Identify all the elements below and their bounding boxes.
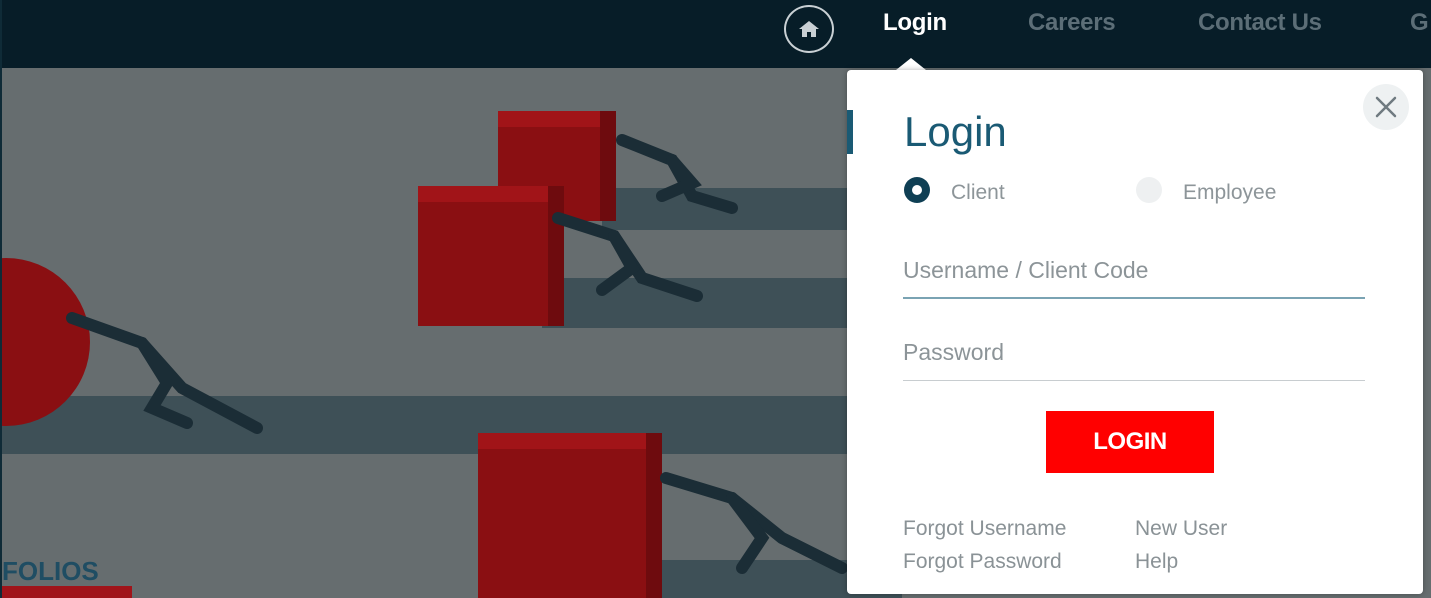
- username-input[interactable]: [903, 250, 1365, 290]
- help-link[interactable]: Help: [1135, 550, 1178, 574]
- hero-partial-heading: FOLIOS: [2, 556, 99, 586]
- title-accent-bar: [847, 110, 853, 154]
- radio-client[interactable]: [904, 177, 930, 203]
- close-icon: [1375, 96, 1397, 118]
- forgot-username-link[interactable]: Forgot Username: [903, 517, 1066, 541]
- home-icon: [799, 21, 819, 37]
- new-user-link[interactable]: New User: [1135, 517, 1227, 541]
- password-underline: [903, 380, 1365, 381]
- nav-contact-us-link[interactable]: Contact Us: [1198, 9, 1322, 37]
- close-button[interactable]: [1363, 84, 1409, 130]
- hero-red-bar: [2, 586, 132, 598]
- nav-careers-link[interactable]: Careers: [1028, 9, 1116, 37]
- forgot-password-link[interactable]: Forgot Password: [903, 550, 1062, 574]
- login-submit-button[interactable]: LOGIN: [1046, 411, 1214, 473]
- radio-client-label[interactable]: Client: [951, 181, 1005, 205]
- popup-title: Login: [904, 108, 1007, 155]
- radio-employee[interactable]: [1136, 177, 1162, 203]
- nav-login-link[interactable]: Login: [883, 9, 947, 37]
- top-navigation-bar: Login Careers Contact Us G: [2, 0, 1431, 68]
- popup-pointer: [896, 58, 926, 70]
- login-popup: Login Client Employee LOGIN Forgot Usern…: [847, 70, 1423, 594]
- radio-employee-label[interactable]: Employee: [1183, 181, 1276, 205]
- nav-truncated-link[interactable]: G: [1410, 9, 1429, 37]
- username-underline: [903, 297, 1365, 299]
- home-button[interactable]: [784, 5, 834, 53]
- hero-figures-illustration: [66, 134, 848, 574]
- password-input[interactable]: [903, 332, 1365, 372]
